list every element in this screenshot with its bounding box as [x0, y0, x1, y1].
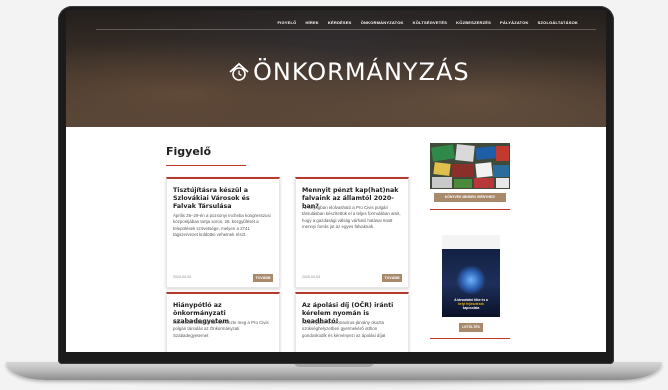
- read-more-button[interactable]: TOVÁBB: [253, 274, 273, 282]
- site-logo[interactable]: ÖNKORMÁNYZÁS: [228, 58, 470, 86]
- nav-item-hirek[interactable]: HÍREK: [305, 20, 318, 25]
- page-title: Figyelő: [166, 145, 212, 158]
- article-card[interactable]: Mennyit pénzt kap(hat)nak falvaink az ál…: [295, 177, 409, 288]
- nav-item-koltsegvetes[interactable]: KÖLTSÉGVETÉS: [413, 20, 448, 25]
- ad-header-strip: [442, 235, 500, 249]
- title-underline: [166, 165, 246, 166]
- article-date: 2023-04-03: [173, 275, 191, 279]
- article-card[interactable]: Az ápolási díj (OČR) iránti kérelem nyom…: [295, 292, 409, 352]
- article-title[interactable]: Tisztújításra készül a Szlovákiai Városo…: [173, 187, 273, 211]
- ad-caption-bottom: kapcsolata: [462, 306, 480, 310]
- books-button[interactable]: KÖNYVEK MINDEN IGÉNYHEZ!: [434, 193, 506, 202]
- article-excerpt: Április 26–29-én a pozsonyi Incheba kong…: [173, 213, 271, 238]
- nav-item-onkormanyzatok[interactable]: ÖNKORMÁNYZATOK: [361, 20, 404, 25]
- main-nav: FIGYELŐ HÍREK KÉRDÉSEK ÖNKORMÁNYZATOK KÖ…: [277, 20, 578, 25]
- sidebar-divider: [430, 209, 510, 210]
- nav-item-szolgaltatasok[interactable]: SZOLGÁLTATÁSOK: [538, 20, 578, 25]
- browser-screen: FIGYELŐ HÍREK KÉRDÉSEK ÖNKORMÁNYZATOK KÖ…: [66, 10, 606, 352]
- nav-divider: [96, 29, 596, 30]
- download-button[interactable]: LETÖLTÉS: [459, 323, 483, 332]
- book-ad-image[interactable]: [430, 143, 510, 189]
- article-card[interactable]: Tisztújításra készül a Szlovákiai Városo…: [166, 177, 280, 288]
- ad-caption: A társadalmi tőke és a helyi fejlesztése…: [445, 298, 497, 310]
- compass-graphic: [456, 265, 486, 295]
- nav-item-kerdesek[interactable]: KÉRDÉSEK: [328, 20, 352, 25]
- article-card[interactable]: Hiánypótló az önkormányzati szabadegyete…: [166, 292, 280, 352]
- article-excerpt: Amennyiben a koronavírus-járvány okozta …: [302, 320, 386, 338]
- publication-ad-image[interactable]: A társadalmi tőke és a helyi fejlesztése…: [442, 235, 500, 317]
- nav-item-kozbeszerzes[interactable]: KÖZBESZERZÉS: [456, 20, 491, 25]
- article-date: 2020-04-03: [302, 275, 320, 279]
- sidebar-divider: [430, 338, 510, 339]
- article-excerpt: Kilencedik alkalommal szervezte meg a Pr…: [173, 320, 269, 338]
- main-content: Figyelő Tisztújításra készül a Szlovákia…: [66, 127, 606, 352]
- house-clock-icon: [228, 61, 250, 83]
- read-more-button[interactable]: TOVÁBB: [382, 274, 402, 282]
- article-excerpt: Az anyagban elolvasható a Pro Civis polg…: [302, 205, 401, 230]
- nav-item-figyelo[interactable]: FIGYELŐ: [277, 20, 296, 25]
- logo-text: ÖNKORMÁNYZÁS: [253, 58, 470, 86]
- hero-banner: FIGYELŐ HÍREK KÉRDÉSEK ÖNKORMÁNYZATOK KÖ…: [66, 10, 606, 127]
- nav-item-palyazatok[interactable]: PÁLYÁZATOK: [500, 20, 529, 25]
